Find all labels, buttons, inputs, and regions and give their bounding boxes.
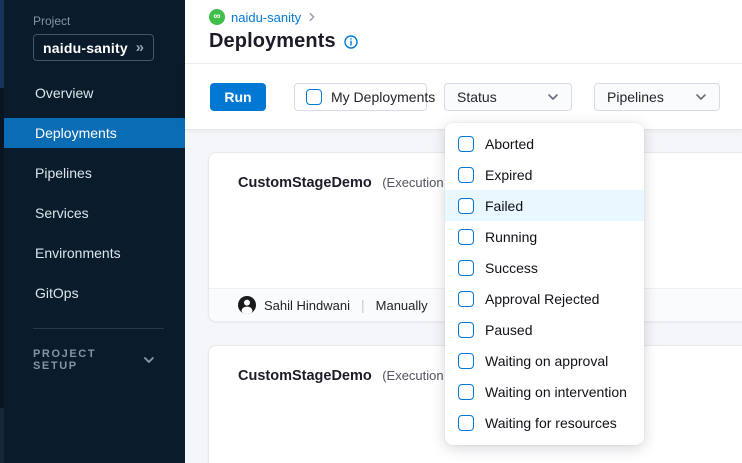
status-option-paused[interactable]: Paused: [445, 314, 644, 345]
sidebar-item-environments[interactable]: Environments: [4, 238, 185, 268]
status-filter-menu: Aborted Expired Failed Running Success A…: [445, 123, 644, 445]
pipelines-filter-dropdown[interactable]: Pipelines: [594, 83, 720, 111]
status-option-running[interactable]: Running: [445, 221, 644, 252]
checkbox[interactable]: [458, 198, 474, 214]
breadcrumb-project-link[interactable]: naidu-sanity: [231, 10, 301, 25]
checkbox[interactable]: [458, 291, 474, 307]
chevron-right-icon: [307, 12, 317, 22]
title-row: Deployments: [209, 30, 742, 53]
avatar-icon: [238, 296, 256, 314]
sidebar-item-gitops[interactable]: GitOps: [4, 278, 185, 308]
toolbar: Run My Deployments Status Pipelines: [185, 64, 742, 130]
status-option-expired[interactable]: Expired: [445, 159, 644, 190]
checkbox[interactable]: [458, 415, 474, 431]
pipeline-name: CustomStageDemo: [238, 368, 372, 384]
project-label: Project: [33, 14, 185, 28]
sidebar-item-pipelines[interactable]: Pipelines: [4, 158, 185, 188]
status-option-success[interactable]: Success: [445, 252, 644, 283]
info-icon[interactable]: [344, 35, 358, 49]
status-option-aborted[interactable]: Aborted: [445, 128, 644, 159]
checkbox[interactable]: [458, 353, 474, 369]
cd-module-icon: ∞: [209, 9, 225, 25]
checkbox[interactable]: [458, 229, 474, 245]
status-filter-dropdown[interactable]: Status: [444, 83, 572, 111]
my-deployments-checkbox[interactable]: [306, 89, 322, 105]
status-option-failed[interactable]: Failed: [445, 190, 644, 221]
page-title: Deployments: [209, 30, 336, 53]
pipeline-name: CustomStageDemo: [238, 175, 372, 191]
chevron-down-icon: [143, 354, 155, 366]
status-option-approval-rejected[interactable]: Approval Rejected: [445, 283, 644, 314]
triggered-by: Sahil Hindwani: [264, 298, 350, 313]
project-picker[interactable]: naidu-sanity »: [33, 34, 154, 61]
my-deployments-filter[interactable]: My Deployments: [294, 83, 427, 111]
status-option-waiting-on-approval[interactable]: Waiting on approval: [445, 345, 644, 376]
meta-separator: |: [361, 297, 365, 313]
sidebar: Project naidu-sanity » Overview Deployme…: [4, 0, 185, 463]
my-deployments-label: My Deployments: [331, 89, 435, 105]
checkbox[interactable]: [458, 167, 474, 183]
run-button[interactable]: Run: [210, 83, 266, 111]
checkbox[interactable]: [458, 384, 474, 400]
sidebar-item-deployments[interactable]: Deployments: [4, 118, 185, 148]
project-expand-icon[interactable]: »: [136, 40, 144, 55]
project-setup-label: PROJECT SETUP: [33, 348, 143, 372]
breadcrumb: ∞ naidu-sanity: [209, 9, 742, 25]
status-option-waiting-for-resources[interactable]: Waiting for resources: [445, 407, 644, 438]
sidebar-item-overview[interactable]: Overview: [4, 78, 185, 108]
chevron-down-icon: [695, 91, 707, 103]
checkbox[interactable]: [458, 136, 474, 152]
status-option-waiting-on-intervention[interactable]: Waiting on intervention: [445, 376, 644, 407]
page-header: ∞ naidu-sanity Deployments: [185, 0, 742, 64]
chevron-down-icon: [547, 91, 559, 103]
project-setup-toggle[interactable]: PROJECT SETUP: [33, 348, 155, 372]
checkbox[interactable]: [458, 260, 474, 276]
main-area: ∞ naidu-sanity Deployments Run My Deploy…: [185, 0, 742, 463]
app-window: Project naidu-sanity » Overview Deployme…: [0, 0, 742, 463]
sidebar-nav: Overview Deployments Pipelines Services …: [4, 78, 185, 308]
checkbox[interactable]: [458, 322, 474, 338]
sidebar-item-services[interactable]: Services: [4, 198, 185, 228]
trigger-type: Manually: [376, 298, 428, 313]
sidebar-divider: [33, 328, 164, 329]
project-picker-value: naidu-sanity: [43, 40, 128, 56]
